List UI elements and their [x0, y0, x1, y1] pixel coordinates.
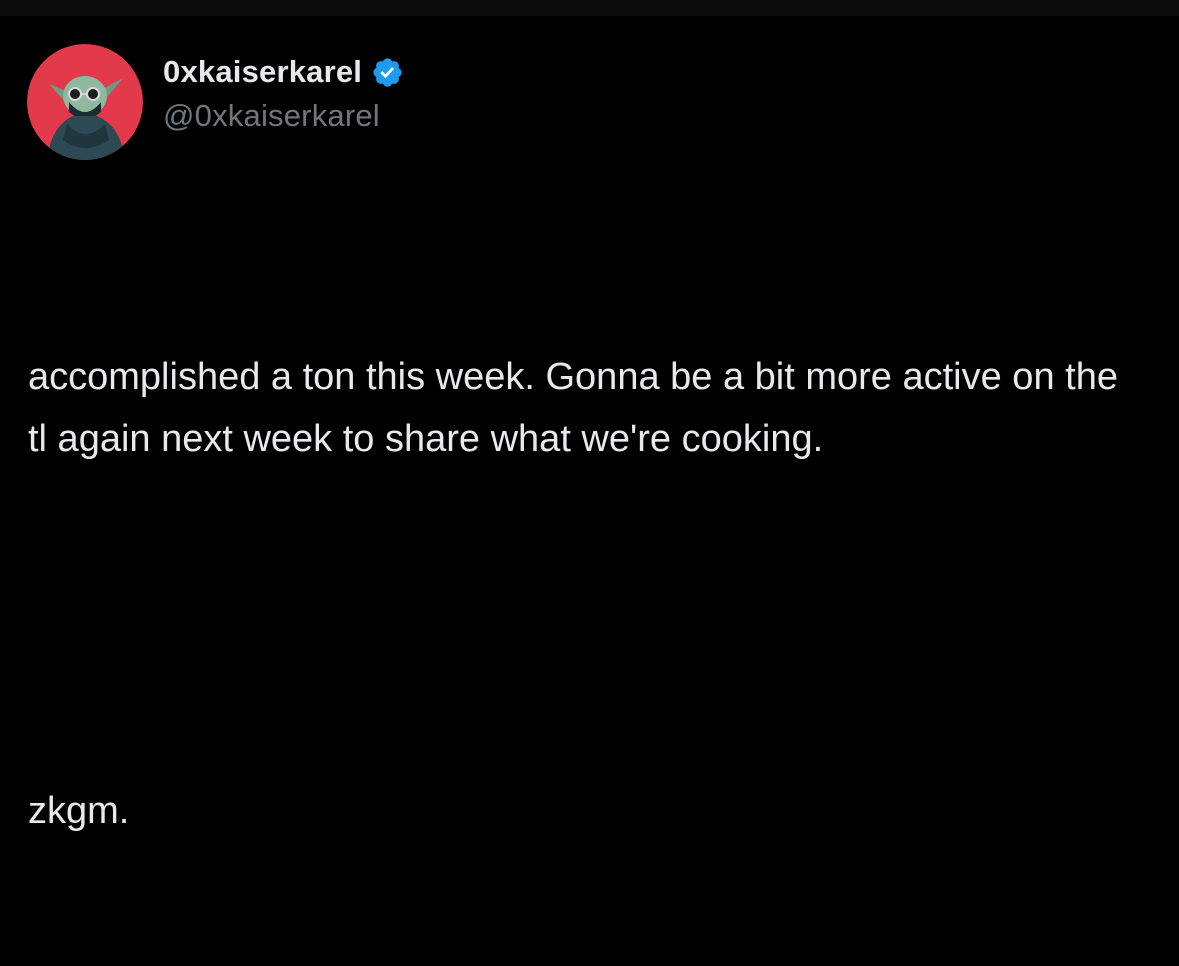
tweet-card: 0xkaiserkarel @0xkaiserkarel accomplishe…	[0, 16, 1179, 832]
tweet-text: accomplished a ton this week. Gonna be a…	[28, 222, 1138, 966]
avatar[interactable]	[27, 44, 143, 160]
author-handle[interactable]: @0xkaiserkarel	[163, 98, 380, 134]
top-edge-strip	[0, 0, 1179, 16]
avatar-image	[27, 44, 143, 160]
author-display-name[interactable]: 0xkaiserkarel	[163, 54, 362, 90]
tweet-paragraph: accomplished a ton this week. Gonna be a…	[28, 356, 1129, 460]
verified-badge-icon	[371, 56, 404, 89]
author-name-row: 0xkaiserkarel	[163, 52, 404, 92]
tweet-paragraph: zkgm.	[28, 790, 130, 832]
